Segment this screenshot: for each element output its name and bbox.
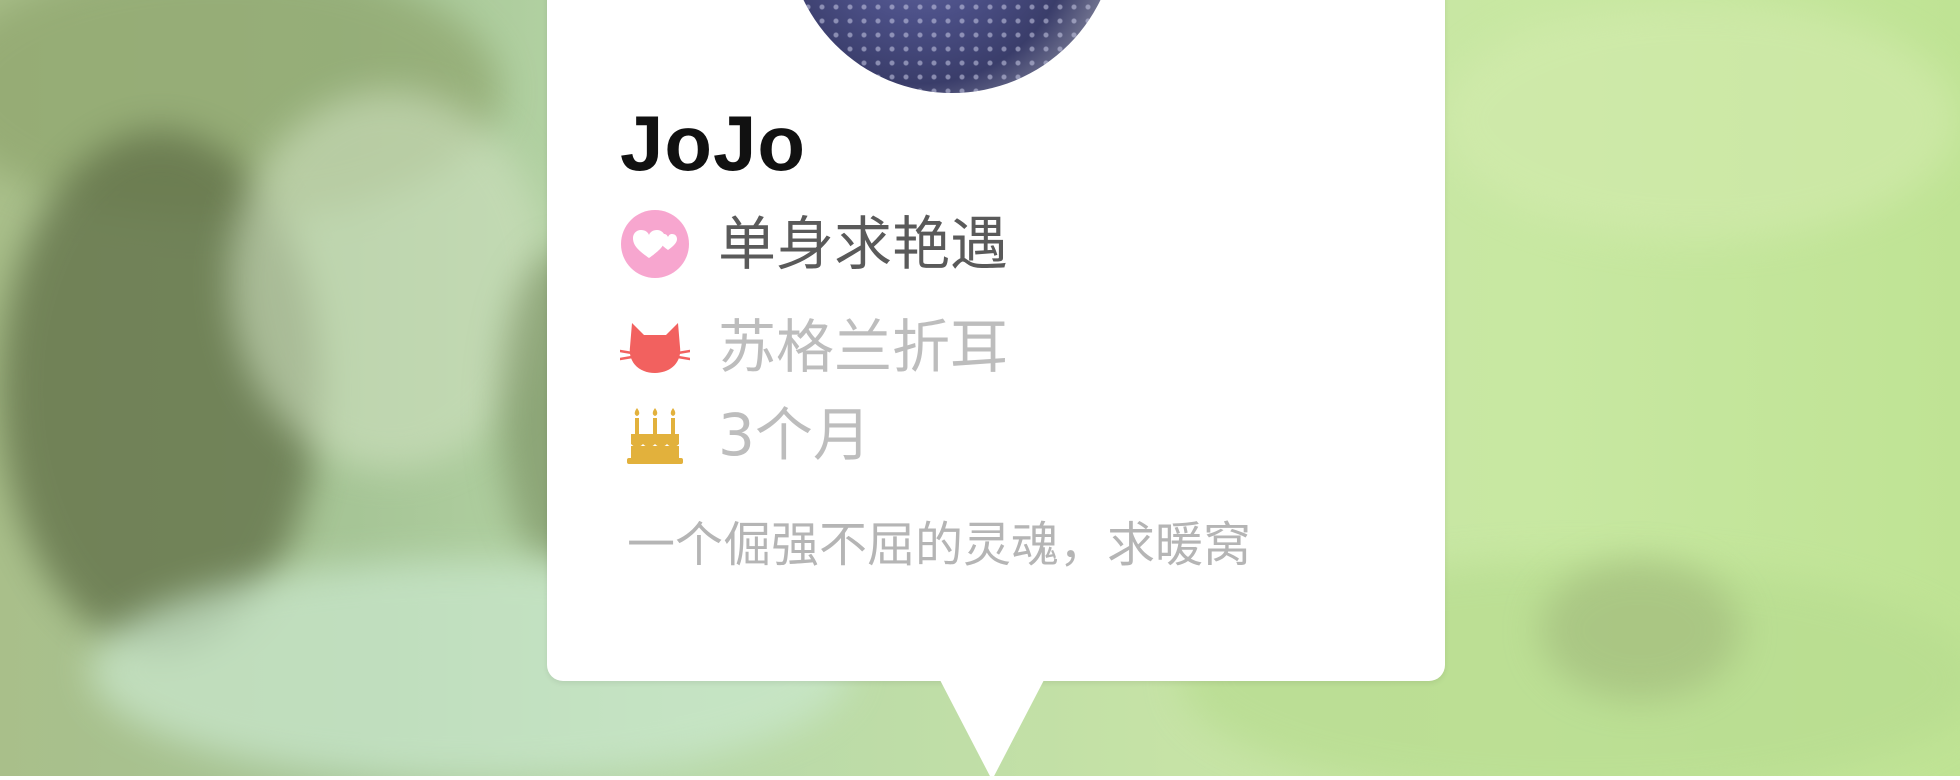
relationship-status-text: 单身求艳遇: [718, 210, 1009, 278]
breed-text: 苏格兰折耳: [718, 313, 1009, 381]
hearts-icon: [620, 209, 690, 279]
profile-card: JoJo 单身求艳遇 苏格兰折耳 3个月 一个倔强不屈的灵魂，求暖窝: [547, 0, 1445, 681]
profile-name: JoJo: [620, 99, 807, 187]
age-text: 3个月: [718, 401, 871, 469]
bio-text: 一个倔强不屈的灵魂，求暖窝: [627, 517, 1252, 573]
avatar[interactable]: [787, 0, 1117, 93]
cat-icon: [620, 312, 690, 382]
relationship-status-row: 单身求艳遇: [620, 209, 1008, 279]
card-pointer: [940, 680, 1044, 780]
breed-row: 苏格兰折耳: [620, 312, 1008, 382]
age-row: 3个月: [620, 400, 871, 470]
avatar-pattern: [787, 0, 1117, 93]
birthday-cake-icon: [620, 400, 690, 470]
